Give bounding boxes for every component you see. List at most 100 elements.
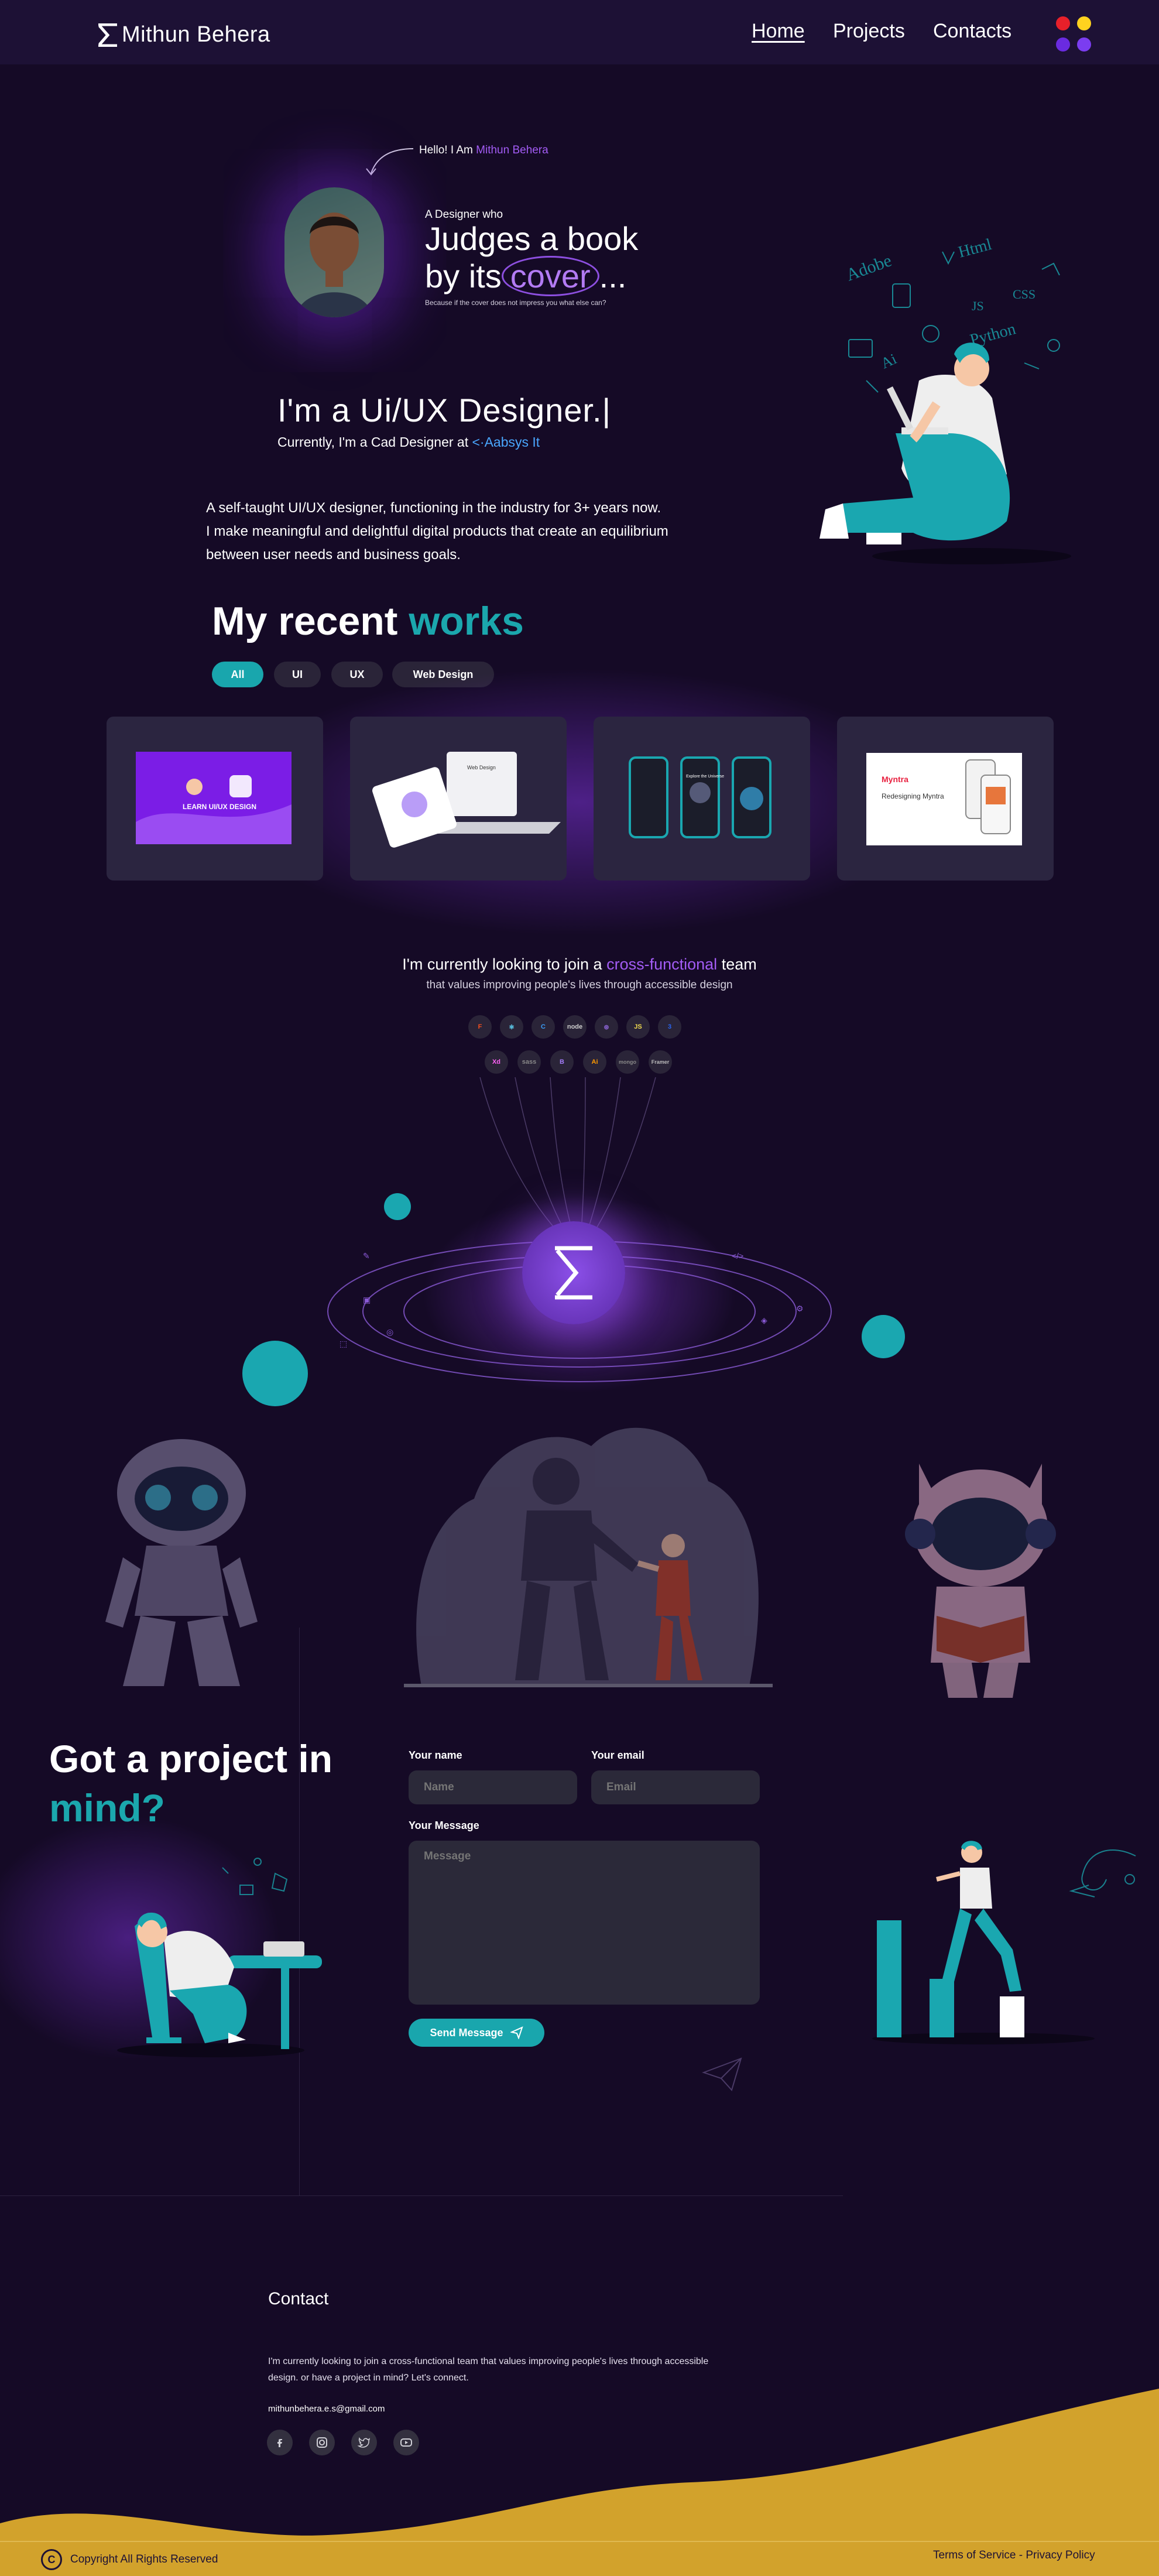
svg-text:✎: ✎ [363,1251,370,1260]
redux-icon: ⊛ [595,1015,618,1039]
team-sub: that values improving people's lives thr… [426,979,733,991]
mobile-app-thumbnail: Explore the Universe [629,756,771,838]
send-icon [510,2026,523,2039]
brand-name[interactable]: Mithun Behera [122,22,270,47]
send-message-button[interactable]: Send Message [409,2019,544,2047]
work-card-learn-ui[interactable]: LEARN UI/UX DESIGN [107,717,323,881]
headline-cover: cover [501,256,599,296]
project-title: Got a project in mind? [49,1734,332,1832]
company-name[interactable]: Aabsys It [485,434,540,450]
footer-wave [0,2389,1159,2576]
role-title: I'm a Ui/UX Designer.| [277,392,612,429]
theme-dot-yellow[interactable] [1077,16,1091,30]
team-line: I'm currently looking to join a cross-fu… [0,955,1159,974]
filter-ui[interactable]: UI [274,662,321,687]
mongodb-icon: mongo [616,1050,639,1074]
person-climbing-bars-illustration [872,1841,1136,2044]
sass-icon: sass [517,1050,541,1074]
theme-dot-red[interactable] [1056,16,1070,30]
bubble-small-left [384,1193,411,1220]
illustrator-icon: Ai [583,1050,606,1074]
company-link[interactable]: <·Aabsys It [472,434,540,450]
svg-text:⚙: ⚙ [796,1304,804,1313]
work-card-web-design[interactable]: Web Design [350,717,567,881]
person-at-desk-illustration [117,1858,322,2057]
svg-text:JS: JS [972,299,984,313]
learn-ui-text: LEARN UI/UX DESIGN [183,803,256,811]
nav-contacts[interactable]: Contacts [933,20,1011,43]
headline-line1: Judges a book [425,220,639,257]
copyright: C Copyright All Rights Reserved [41,2549,218,2570]
site-header: Mithun Behera Home Projects Contacts [0,0,1159,64]
mobile-app-text: Explore the Universe [686,775,724,779]
robot-reading-illustration [905,1464,1056,1698]
contact-title: Contact [268,2289,329,2308]
bubble-large-left [242,1341,308,1406]
team-line-pre: I'm currently looking to join a [402,955,602,973]
robot-helping-human-illustration [404,1427,773,1687]
legal-links[interactable]: Terms of Service - Privacy Policy [933,2549,1095,2562]
logo-icon[interactable] [97,23,118,47]
current-job: Currently, I'm a Cad Designer at <·Aabsy… [277,434,540,450]
designer-laptop-illustration: Adobe Html Python Ai CSS JS [819,235,1071,564]
theme-dot-purple[interactable] [1056,37,1070,52]
headline-by-its: by its [425,258,502,294]
message-textarea[interactable] [409,1841,760,2005]
greeting: Hello! I Am Mithun Behera [419,144,548,157]
avatar [284,187,384,317]
myntra-thumbnail: Myntra Redesigning Myntra [866,753,1022,845]
node-icon: node [563,1015,587,1039]
name-label: Your name [409,1749,462,1761]
team-line-accent: cross-functional [606,955,718,973]
tagline: Because if the cover does not impress yo… [425,299,606,307]
name-input[interactable] [409,1770,577,1804]
works-title-accent: works [409,599,524,643]
about-line2: I make meaningful and delightful digital… [206,523,668,539]
svg-text:Adobe: Adobe [843,251,894,285]
nav-projects[interactable]: Projects [833,20,905,43]
greeting-text: Hello! I Am [419,144,473,156]
section-divider [0,2195,843,2196]
myntra-subtitle: Redesigning Myntra [882,792,944,800]
svg-text:Ai: Ai [878,350,899,372]
about-line3: between user needs and business goals. [206,547,461,563]
svg-text:Html: Html [956,235,994,262]
xd-icon: Xd [485,1050,508,1074]
works-title-pre: My recent [212,599,398,643]
svg-text:◎: ◎ [386,1327,393,1337]
paper-plane-doodle-icon [702,2057,742,2091]
work-card-myntra[interactable]: Myntra Redesigning Myntra [837,717,1054,881]
copyright-icon: C [41,2549,62,2570]
works-title: My recent works [212,598,524,644]
myntra-logo-text: Myntra [882,775,908,784]
about-text: A self-taught UI/UX designer, functionin… [206,496,745,567]
designer-who: A Designer who [425,208,503,221]
svg-text:</>: </> [732,1251,743,1260]
css-icon: 3 [658,1015,681,1039]
curved-arrow-icon [366,148,414,176]
bootstrap-icon: B [550,1050,574,1074]
project-title-line1: Got a project in [49,1737,333,1780]
js-icon: JS [626,1015,650,1039]
copyright-text: Copyright All Rights Reserved [70,2553,218,2565]
nav-home[interactable]: Home [752,20,805,43]
svg-text:⬚: ⬚ [340,1339,347,1348]
email-input[interactable] [591,1770,760,1804]
center-logo-icon [555,1246,592,1300]
message-label: Your Message [409,1820,479,1831]
send-message-label: Send Message [430,2026,503,2039]
filter-all[interactable]: All [212,662,263,687]
robot-left-illustration [105,1439,258,1686]
figma-icon: F [468,1015,492,1039]
work-card-mobile-app[interactable]: Explore the Universe [594,717,810,881]
bubble-right [862,1315,905,1358]
filter-ux[interactable]: UX [331,662,383,687]
svg-text:CSS: CSS [1013,287,1035,302]
greeting-name: Mithun Behera [476,144,548,156]
theme-dot-violet[interactable] [1077,37,1091,52]
current-job-prefix: Currently, I'm a Cad Designer at [277,434,469,450]
works-glow [222,667,937,937]
headline-line2: by its cover... [425,256,718,296]
svg-text:◈: ◈ [761,1316,767,1325]
team-line-post: team [721,955,757,973]
